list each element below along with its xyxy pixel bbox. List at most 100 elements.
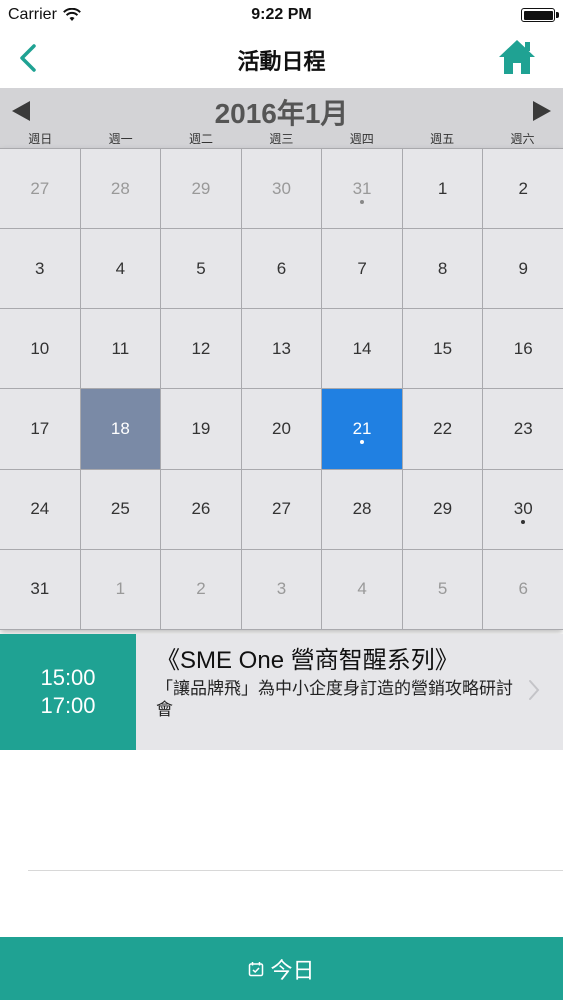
day-cell[interactable]: 8 [402,229,483,309]
day-number: 28 [352,499,372,519]
day-cell[interactable]: 17 [0,389,80,469]
day-cell[interactable]: 5 [161,229,241,309]
event-time-block: 15:00 17:00 [0,634,136,750]
day-cell[interactable]: 15 [402,309,483,389]
day-cell[interactable]: 24 [0,469,80,549]
day-number: 2 [518,178,528,198]
event-list-item[interactable]: 15:00 17:00 《SME One 營商智醒系列》 「讓品牌飛」為中小企度… [0,634,563,750]
event-title: 《SME One 營商智醒系列》 [156,647,459,674]
day-cell[interactable]: 3 [241,549,322,629]
day-number: 26 [191,499,211,519]
day-cell[interactable]: 9 [483,229,563,309]
day-number: 12 [191,338,211,358]
day-cell[interactable]: 29 [161,149,241,229]
day-number: 27 [30,178,50,198]
month-title: 2016年1月 [214,98,349,129]
day-number: 21 [352,419,372,439]
next-month-button[interactable] [529,98,555,124]
day-cell[interactable]: 23 [483,389,563,469]
day-cell[interactable]: 28 [80,149,161,229]
day-cell[interactable]: 7 [322,229,402,309]
list-divider [28,870,563,871]
calendar-grid: 27 28 29 30 31 1 2 3 4 5 6 7 8 9 10 11 12 13 14 15 16 17 18 19 2… [0,148,563,630]
event-indicator-dot [360,199,365,204]
day-cell[interactable]: 16 [483,309,563,389]
day-number: 30 [513,499,533,519]
day-number: 20 [272,419,291,439]
chevron-right-icon [529,680,540,700]
day-number: 27 [272,499,291,519]
day-cell[interactable]: 13 [241,309,322,389]
month-header: 2016年1月 週日 週一 週二 週三 週四 週五 週六 [0,88,563,148]
day-number: 5 [437,579,448,599]
day-number: 31 [30,579,50,599]
day-number: 6 [518,579,528,599]
day-cell[interactable]: 10 [0,309,80,389]
weekday-label: 週四 [349,132,374,146]
day-cell[interactable]: 19 [161,389,241,469]
weekday-label: 週五 [430,132,455,146]
today-button[interactable]: 今日 [0,937,563,1000]
day-cell[interactable]: 26 [161,469,241,549]
triangle-right-icon [533,101,551,121]
home-button[interactable] [497,38,537,76]
day-number: 1 [437,178,448,198]
day-cell[interactable]: 3 [0,229,80,309]
weekday-label: 週一 [108,132,133,146]
day-cell[interactable]: 1 [402,149,483,229]
day-cell[interactable]: 28 [322,469,402,549]
weekday-label: 週二 [188,132,213,146]
day-cell[interactable]: 5 [402,549,483,629]
day-cell[interactable]: 22 [402,389,483,469]
day-cell[interactable]: 27 [241,469,322,549]
day-number: 25 [110,499,130,519]
day-number: 15 [433,338,453,358]
event-end-time: 17:00 [40,693,96,718]
day-cell[interactable]: 6 [483,549,563,629]
day-cell[interactable]: 31 [322,149,402,229]
calendar-icon [249,961,264,976]
day-number: 29 [191,178,211,198]
day-number: 24 [30,499,50,519]
day-cell[interactable]: 6 [241,229,322,309]
day-cell[interactable]: 14 [322,309,402,389]
day-cell[interactable]: 27 [0,149,80,229]
event-description: 「讓品牌飛」為中小企度身訂造的營銷攻略研討會 [156,679,513,719]
day-number: 3 [276,579,287,599]
day-cell-today[interactable]: 21 [322,389,402,469]
day-cell[interactable]: 11 [80,309,161,389]
day-cell[interactable]: 30 [241,149,322,229]
day-cell[interactable]: 4 [322,549,402,629]
event-indicator-dot [521,520,526,525]
day-number: 19 [191,419,211,439]
day-number: 16 [513,338,533,358]
weekday-label: 週六 [510,132,535,146]
day-cell-selected[interactable]: 18 [80,389,161,469]
day-number: 2 [196,579,206,599]
day-number: 29 [433,499,453,519]
weekday-label: 週日 [28,132,53,146]
status-bar: Carrier 9:22 PM [0,0,563,30]
day-cell[interactable]: 29 [402,469,483,549]
day-number: 5 [196,258,206,278]
day-number: 3 [35,258,45,278]
day-cell[interactable]: 31 [0,549,80,629]
day-number: 17 [30,419,50,439]
day-cell[interactable]: 12 [161,309,241,389]
day-cell[interactable]: 4 [80,229,161,309]
day-cell[interactable]: 20 [241,389,322,469]
navigation-bar: 活動日程 [0,30,563,88]
day-number: 22 [433,419,453,439]
day-cell[interactable]: 2 [483,149,563,229]
day-cell[interactable]: 25 [80,469,161,549]
day-cell[interactable]: 1 [80,549,161,629]
day-cell[interactable]: 2 [161,549,241,629]
today-label: 今日 [270,957,315,983]
status-time: 9:22 PM [251,6,312,23]
event-indicator-dot [360,440,365,445]
day-number: 4 [357,579,367,599]
day-number: 28 [110,178,130,198]
weekday-label: 週三 [269,132,294,146]
day-cell[interactable]: 30 [483,469,563,549]
day-number: 1 [115,579,126,599]
